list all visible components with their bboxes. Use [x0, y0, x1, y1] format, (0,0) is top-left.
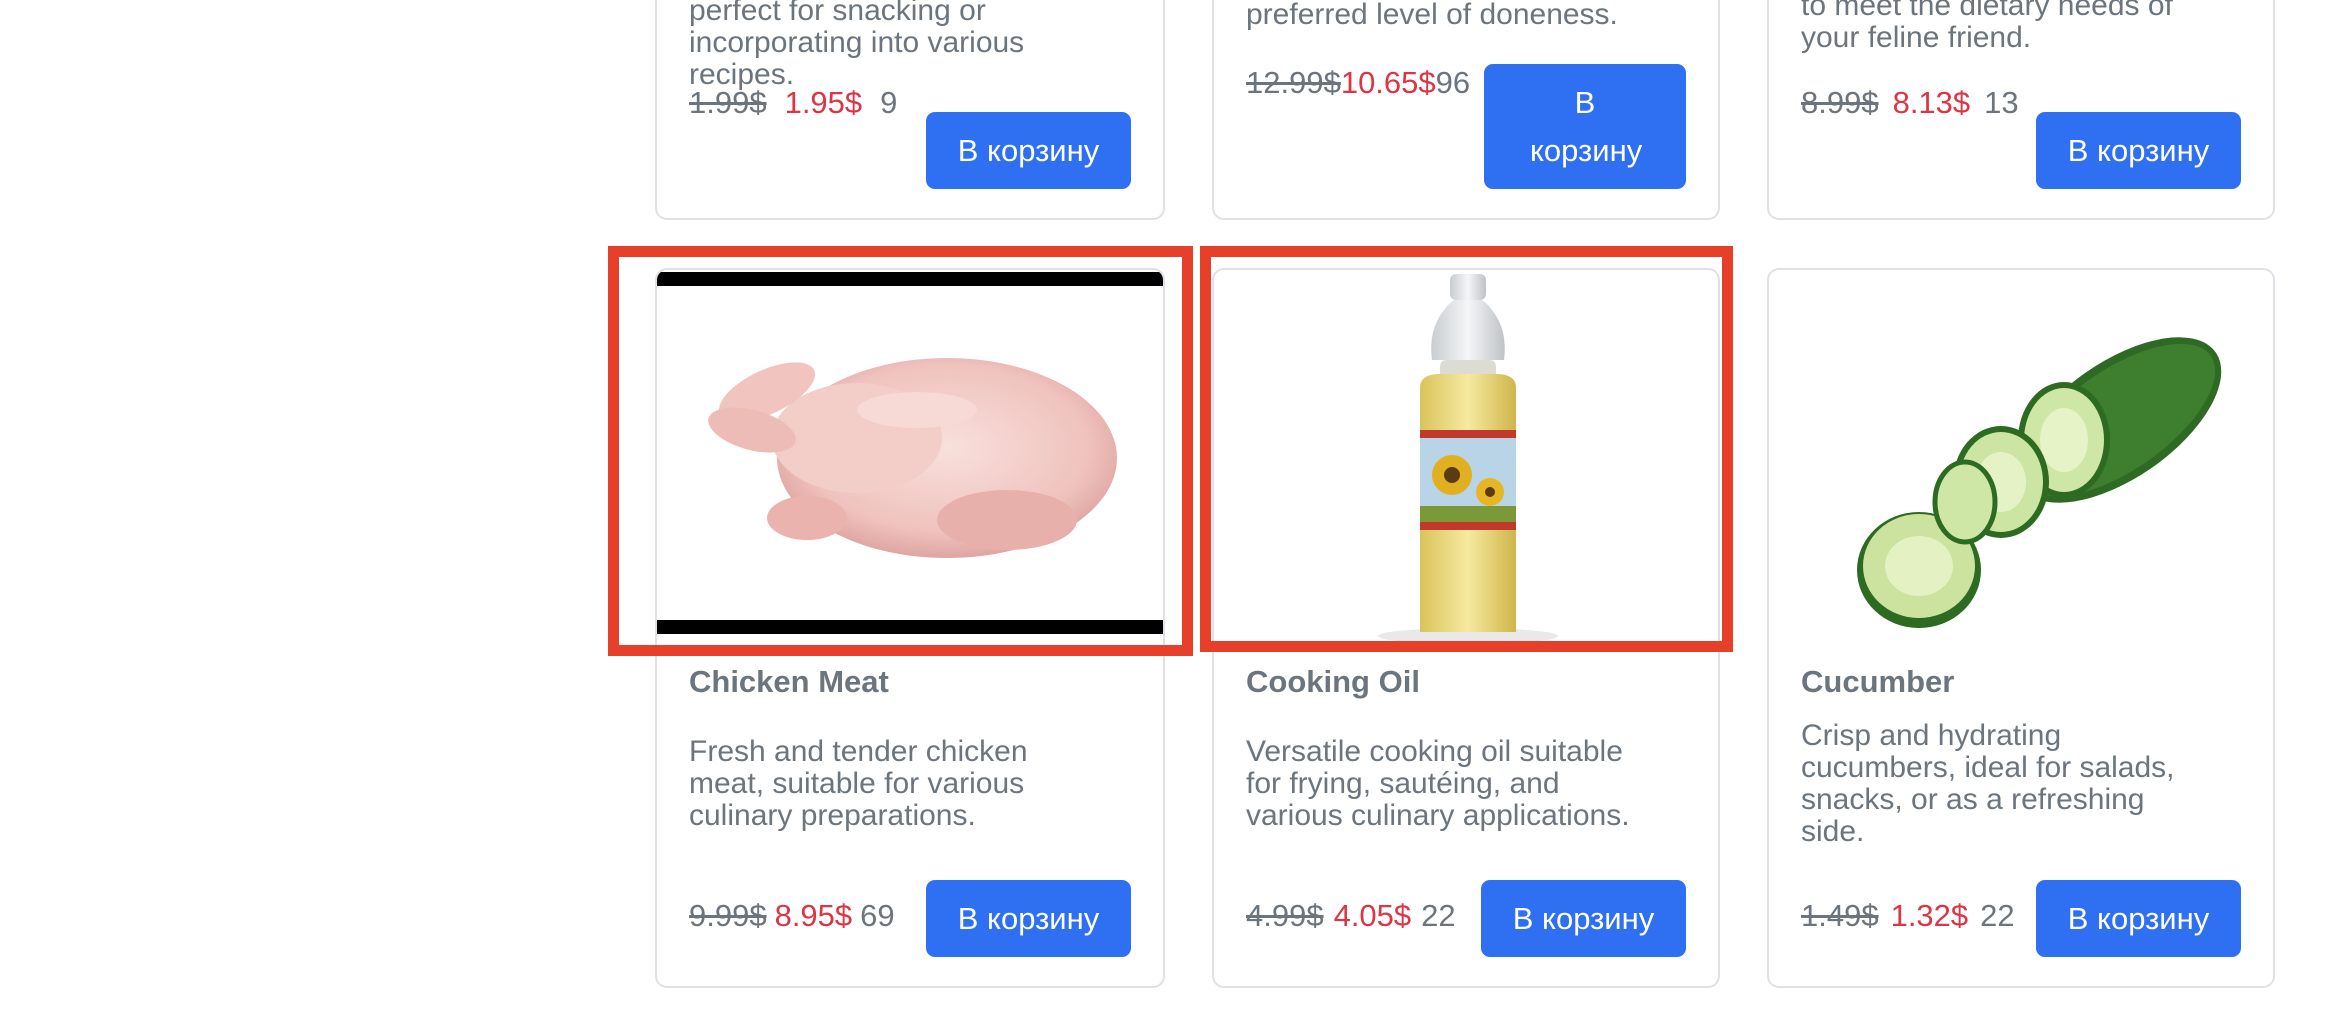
- product-card: preferred level of doneness. 12.99$ 10.6…: [1212, 0, 1720, 220]
- sale-price: 8.95$: [774, 898, 853, 933]
- product-card: to meet the dietary needs of your feline…: [1767, 0, 2275, 220]
- add-to-cart-button[interactable]: В корзину: [2036, 880, 2241, 957]
- product-description: perfect for snacking or incorporating in…: [689, 0, 1025, 91]
- old-price: 12.99$: [1246, 65, 1341, 100]
- old-price: 9.99$: [689, 898, 767, 933]
- stock-count: 22: [1980, 898, 2015, 933]
- product-image[interactable]: [657, 270, 1163, 642]
- add-to-cart-button[interactable]: В корзину: [1481, 880, 1686, 957]
- old-price: 1.99$: [689, 85, 767, 120]
- add-to-cart-button[interactable]: В корзину: [926, 880, 1131, 957]
- stock-count: 69: [860, 898, 895, 933]
- sale-price: 4.05$: [1333, 898, 1412, 933]
- product-card-chicken-meat: Chicken Meat Fresh and tender chicken me…: [655, 268, 1165, 988]
- product-card-cooking-oil: Cooking Oil Versatile cooking oil suitab…: [1212, 268, 1720, 988]
- add-to-cart-button[interactable]: В корзину: [2036, 112, 2241, 189]
- sale-price: 1.95$: [784, 85, 863, 120]
- chicken-image: [708, 358, 1117, 558]
- cucumber-image: [1857, 337, 2222, 628]
- sale-price: 10.65$: [1340, 65, 1436, 100]
- oil-bottle-image: [1378, 274, 1558, 642]
- sale-price: 1.32$: [1890, 898, 1969, 933]
- product-description: Versatile cooking oil suitable for fryin…: [1246, 735, 1630, 832]
- product-image[interactable]: [1769, 270, 2273, 642]
- product-card: perfect for snacking or incorporating in…: [655, 0, 1165, 220]
- sale-price: 8.13$: [1892, 85, 1971, 120]
- product-title: Chicken Meat: [689, 664, 889, 699]
- stock-count: 22: [1421, 898, 1456, 933]
- product-image[interactable]: [1214, 270, 1718, 642]
- product-description: preferred level of doneness.: [1246, 0, 1618, 31]
- product-description: Fresh and tender chicken meat, suitable …: [689, 735, 1028, 832]
- product-title: Cucumber: [1801, 664, 1955, 699]
- stock-count: 96: [1435, 65, 1471, 100]
- add-to-cart-button[interactable]: В корзину: [1484, 64, 1686, 189]
- product-card-cucumber: Cucumber Crisp and hydrating cucumbers, …: [1767, 268, 2275, 988]
- stock-count: 13: [1984, 85, 2019, 120]
- old-price: 4.99$: [1246, 898, 1324, 933]
- stock-count: 9: [880, 85, 898, 120]
- old-price: 8.99$: [1801, 85, 1879, 120]
- old-price: 1.49$: [1801, 898, 1879, 933]
- product-description: to meet the dietary needs of your feline…: [1801, 0, 2173, 54]
- product-title: Cooking Oil: [1246, 664, 1420, 699]
- add-to-cart-button[interactable]: В корзину: [926, 112, 1131, 189]
- product-description: Crisp and hydrating cucumbers, ideal for…: [1801, 719, 2175, 848]
